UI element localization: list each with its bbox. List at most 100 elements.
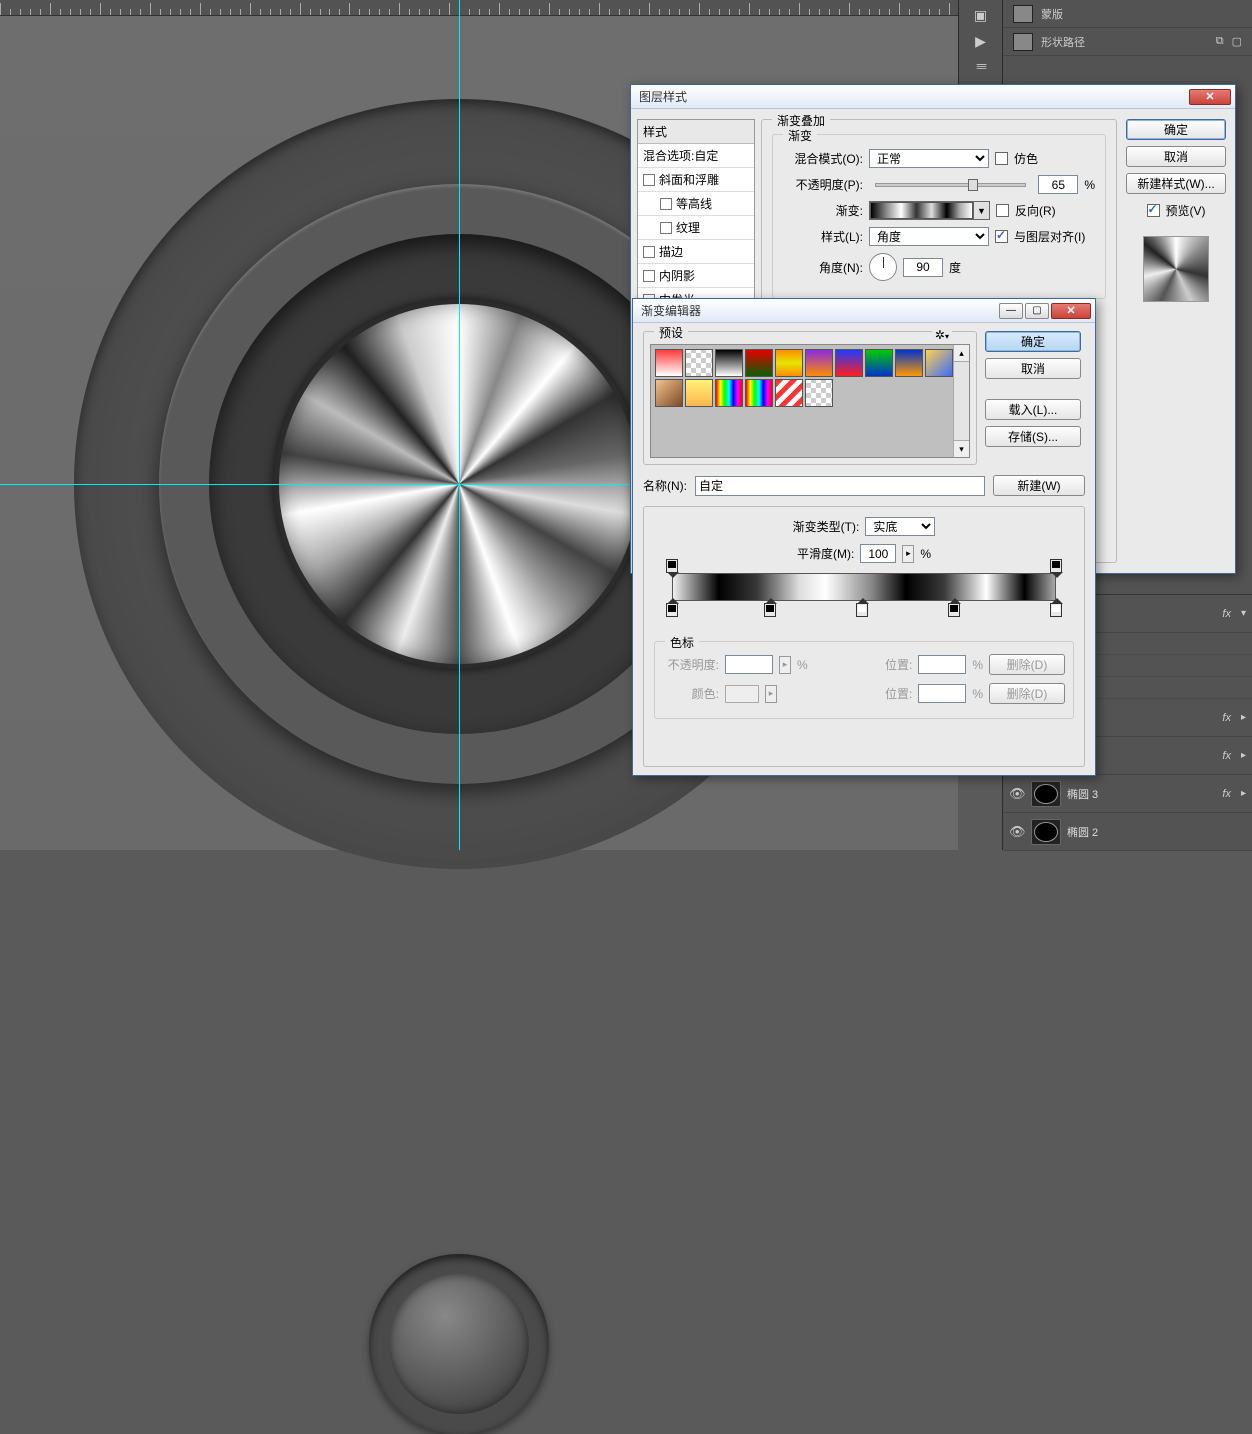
ok-button[interactable]: 确定: [1126, 119, 1226, 140]
ok-button[interactable]: 确定: [985, 331, 1081, 352]
preview-checkbox[interactable]: [1147, 204, 1160, 217]
style-select[interactable]: 角度: [869, 227, 989, 246]
swatch[interactable]: [685, 379, 713, 407]
opacity-input[interactable]: [1038, 175, 1078, 194]
swatch[interactable]: [745, 379, 773, 407]
swatch[interactable]: [925, 349, 953, 377]
tool-icon-1[interactable]: ▣: [970, 6, 992, 24]
color-stop[interactable]: [1050, 603, 1062, 617]
swatch[interactable]: [745, 349, 773, 377]
panel-shape-path[interactable]: 形状路径 ⧉ ▢: [1003, 28, 1252, 56]
play-icon[interactable]: ▶: [970, 32, 992, 50]
swatch[interactable]: [715, 349, 743, 377]
checkbox[interactable]: [643, 270, 655, 282]
gradient-editor-dialog: 渐变编辑器 — ▢ ✕ 预设 ✲▾: [632, 298, 1096, 776]
color-stop[interactable]: [948, 603, 960, 617]
effect-stroke[interactable]: 描边: [638, 240, 754, 264]
new-button[interactable]: 新建(W): [993, 475, 1085, 496]
close-button[interactable]: ✕: [1051, 303, 1091, 319]
ruler-top[interactable]: [0, 0, 958, 16]
swatch[interactable]: [805, 349, 833, 377]
visibility-icon[interactable]: 👁: [1009, 824, 1025, 840]
delete-stop-button[interactable]: 删除(D): [989, 654, 1065, 675]
angle-input[interactable]: [903, 258, 943, 277]
swatch[interactable]: [685, 349, 713, 377]
align-checkbox[interactable]: [995, 230, 1008, 243]
layer-row-ellipse3[interactable]: 👁 椭圆 3 fx ▸: [1003, 775, 1252, 813]
layer-row-ellipse2[interactable]: 👁 椭圆 2: [1003, 813, 1252, 851]
new-style-button[interactable]: 新建样式(W)...: [1126, 173, 1226, 194]
delete-stop-button2[interactable]: 删除(D): [989, 683, 1065, 704]
checkbox[interactable]: [660, 222, 672, 234]
dialog-titlebar[interactable]: 图层样式 ✕: [631, 85, 1235, 109]
square-icon[interactable]: ▢: [1232, 35, 1242, 48]
chevron-right-icon[interactable]: ▸: [902, 545, 914, 563]
name-input[interactable]: [695, 476, 985, 496]
gradient-bar[interactable]: [672, 573, 1056, 633]
reverse-checkbox[interactable]: [996, 204, 1009, 217]
effect-texture[interactable]: 纹理: [638, 216, 754, 240]
gradient-type-select[interactable]: 实底: [865, 517, 935, 536]
effect-contour[interactable]: 等高线: [638, 192, 754, 216]
chevron-down-icon[interactable]: ▼: [973, 202, 989, 219]
chevron-right-icon[interactable]: ▸: [1241, 788, 1246, 799]
opacity-stop[interactable]: [666, 559, 678, 573]
fx-badge[interactable]: fx: [1222, 608, 1231, 620]
swatch[interactable]: [865, 349, 893, 377]
effect-bevel[interactable]: 斜面和浮雕: [638, 168, 754, 192]
load-button[interactable]: 载入(L)...: [985, 399, 1081, 420]
swatch[interactable]: [895, 349, 923, 377]
swatch[interactable]: [775, 379, 803, 407]
angle-dial[interactable]: [869, 253, 897, 281]
swatch[interactable]: [715, 379, 743, 407]
checkbox[interactable]: [643, 246, 655, 258]
checkbox[interactable]: [643, 174, 655, 186]
layer-thumb-icon[interactable]: [1031, 781, 1061, 807]
sliders-icon[interactable]: ≡≡: [970, 58, 992, 76]
visibility-icon[interactable]: 👁: [1009, 786, 1025, 802]
reverse-label: 反向(R): [1015, 202, 1056, 219]
swatch[interactable]: [655, 349, 683, 377]
swatch[interactable]: [775, 349, 803, 377]
cancel-button[interactable]: 取消: [1126, 146, 1226, 167]
gear-icon[interactable]: ✲▾: [932, 328, 952, 342]
chevron-right-icon[interactable]: ▸: [1241, 750, 1246, 761]
chevron-right-icon[interactable]: ▸: [1241, 712, 1246, 723]
save-button[interactable]: 存储(S)...: [985, 426, 1081, 447]
gradient-preview-bar[interactable]: [672, 573, 1056, 601]
dialog-titlebar[interactable]: 渐变编辑器 — ▢ ✕: [633, 299, 1095, 323]
chevron-down-icon[interactable]: ▾: [1241, 608, 1246, 619]
color-stop[interactable]: [666, 603, 678, 617]
swatch[interactable]: [835, 349, 863, 377]
opacity-slider[interactable]: [875, 183, 1026, 187]
fx-badge[interactable]: fx: [1222, 712, 1231, 724]
smoothness-input[interactable]: [860, 544, 896, 563]
opacity-stop[interactable]: [1050, 559, 1062, 573]
maximize-button[interactable]: ▢: [1025, 303, 1049, 319]
dither-checkbox[interactable]: [995, 152, 1008, 165]
styles-header[interactable]: 样式: [638, 120, 754, 144]
swatch[interactable]: [655, 379, 683, 407]
swatch[interactable]: [805, 379, 833, 407]
preset-swatches[interactable]: [650, 344, 970, 458]
minimize-button[interactable]: —: [999, 303, 1023, 319]
dither-label: 仿色: [1014, 150, 1038, 167]
close-button[interactable]: ✕: [1189, 89, 1231, 105]
layer-thumb-icon[interactable]: [1031, 819, 1061, 845]
gradient-picker[interactable]: ▼: [869, 201, 990, 220]
guide-vertical[interactable]: [459, 0, 460, 850]
effect-inner-shadow[interactable]: 内阴影: [638, 264, 754, 288]
checkbox[interactable]: [660, 198, 672, 210]
color-stops-title: 色标: [665, 634, 699, 651]
blend-mode-select[interactable]: 正常: [869, 149, 989, 168]
fx-badge[interactable]: fx: [1222, 750, 1231, 762]
scrollbar[interactable]: [953, 345, 969, 457]
fx-badge[interactable]: fx: [1222, 788, 1231, 800]
color-stop[interactable]: [856, 603, 868, 617]
panel-mask[interactable]: 蒙版: [1003, 0, 1252, 28]
blend-options-row[interactable]: 混合选项:自定: [638, 144, 754, 168]
link-icon[interactable]: ⧉: [1216, 35, 1224, 48]
cancel-button[interactable]: 取消: [985, 358, 1081, 379]
color-stop[interactable]: [764, 603, 776, 617]
stop-color-swatch: [725, 685, 759, 703]
